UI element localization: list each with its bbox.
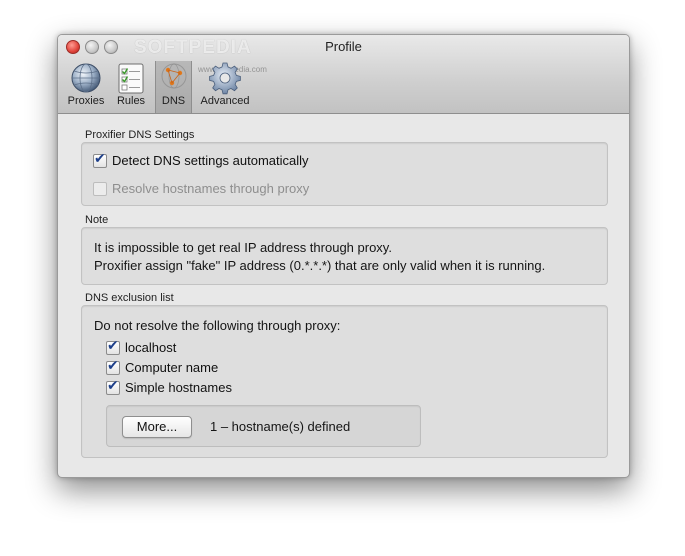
localhost-label: localhost — [125, 340, 177, 355]
dns-panel: Proxifier DNS Settings Detect DNS settin… — [58, 114, 629, 477]
titlebar: SOFTPEDIA www.softpedia.com Profile P — [58, 35, 629, 114]
exclusion-intro: Do not resolve the following through pro… — [94, 318, 341, 333]
note-box: It is impossible to get real IP address … — [81, 227, 608, 285]
localhost-checkbox[interactable] — [106, 338, 120, 355]
globe-icon — [71, 63, 101, 93]
checklist-icon — [118, 63, 144, 94]
simple-hostnames-option[interactable]: Simple hostnames — [106, 378, 232, 395]
toolbar-label-proxies: Proxies — [67, 95, 105, 107]
hostnames-box: More... 1 – hostname(s) defined — [106, 405, 421, 447]
profile-window: SOFTPEDIA www.softpedia.com Profile P — [57, 34, 630, 478]
toolbar-item-proxies[interactable]: Proxies — [64, 61, 108, 111]
dns-settings-title: Proxifier DNS Settings — [85, 129, 195, 141]
more-button[interactable]: More... — [122, 416, 192, 438]
resolve-hostnames-checkbox — [93, 181, 107, 196]
detect-dns-checkbox[interactable] — [93, 151, 107, 168]
simple-hostnames-checkbox[interactable] — [106, 378, 120, 395]
dns-settings-box: Detect DNS settings automatically Resolv… — [81, 142, 608, 206]
exclusion-box: Do not resolve the following through pro… — [81, 305, 608, 458]
computer-name-checkbox[interactable] — [106, 358, 120, 375]
hostnames-status: 1 – hostname(s) defined — [210, 419, 351, 434]
dns-icon — [161, 63, 186, 89]
toolbar-label-dns: DNS — [161, 95, 186, 107]
toolbar-label-advanced: Advanced — [200, 95, 250, 107]
computer-name-label: Computer name — [125, 360, 219, 375]
toolbar-label-rules: Rules — [116, 95, 146, 107]
localhost-option[interactable]: localhost — [106, 338, 177, 355]
note-line-1: It is impossible to get real IP address … — [94, 240, 392, 255]
resolve-hostnames-label: Resolve hostnames through proxy — [112, 181, 310, 196]
detect-dns-option[interactable]: Detect DNS settings automatically — [93, 151, 309, 168]
toolbar-item-rules[interactable]: Rules — [112, 61, 150, 111]
gear-icon — [209, 62, 241, 95]
window-title: Profile — [325, 39, 362, 54]
toolbar-item-advanced[interactable]: Advanced — [195, 61, 255, 111]
note-line-2: Proxifier assign "fake" IP address (0.*.… — [94, 258, 546, 273]
computer-name-option[interactable]: Computer name — [106, 358, 219, 375]
resolve-hostnames-option: Resolve hostnames through proxy — [93, 181, 309, 196]
exclusion-title: DNS exclusion list — [85, 292, 174, 304]
simple-hostnames-label: Simple hostnames — [125, 380, 232, 395]
toolbar-item-dns[interactable]: DNS — [155, 61, 192, 113]
note-title: Note — [85, 214, 109, 226]
detect-dns-label: Detect DNS settings automatically — [112, 153, 309, 168]
